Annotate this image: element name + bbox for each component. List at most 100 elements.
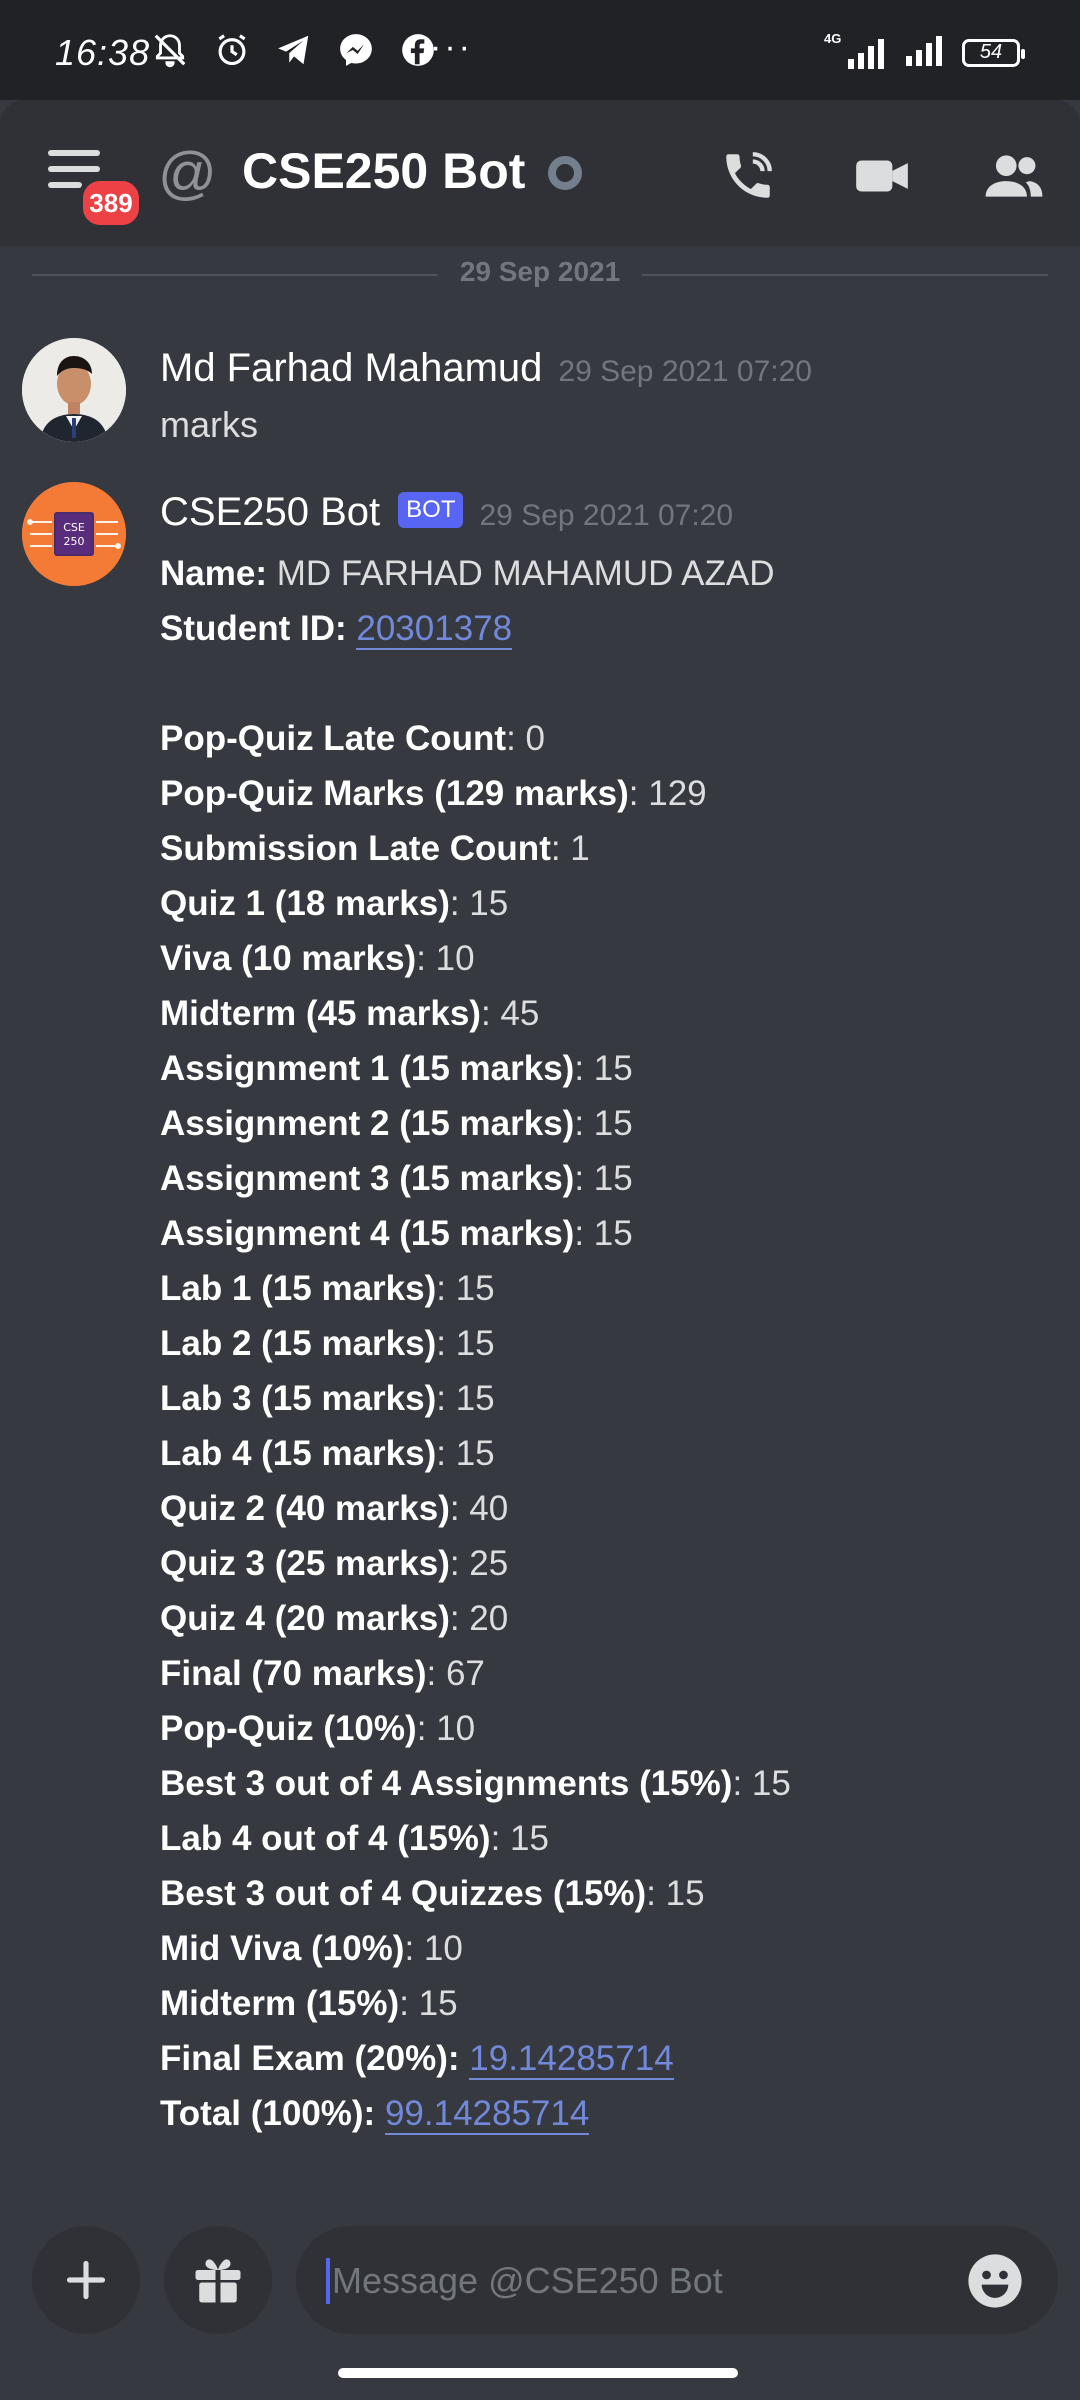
unread-badge: 389 <box>78 176 144 230</box>
result-value-link[interactable]: 99.14285714 <box>384 2094 590 2135</box>
bot-avatar-line-1: CSE <box>63 521 85 534</box>
result-line: Submission Late Count: 1 <box>160 821 791 876</box>
result-label: Lab 2 (15 marks) <box>160 1324 437 1363</box>
result-value: : 20 <box>449 1599 509 1638</box>
battery-icon: 54 <box>962 38 1025 67</box>
menu-icon <box>48 150 100 156</box>
message-list[interactable]: 29 Sep 2021 Md Farhad Mahamud 29 Sep 2021… <box>0 246 1080 2206</box>
result-label: Quiz 3 (25 marks) <box>160 1544 450 1583</box>
signal-strength-icon: 4G <box>824 31 890 69</box>
result-value: : 15 <box>436 1434 495 1473</box>
result-value: : 25 <box>449 1544 509 1583</box>
result-line: Quiz 2 (40 marks): 40 <box>160 1481 791 1536</box>
emoji-button[interactable] <box>966 2252 1024 2310</box>
person-photo-icon <box>22 338 126 442</box>
message-timestamp: 29 Sep 2021 07:20 <box>479 499 734 532</box>
result-label: Mid Viva (10%) <box>160 1929 405 1968</box>
result-line: Pop-Quiz (10%): 10 <box>160 1701 791 1756</box>
result-line: Pop-Quiz Late Count: 0 <box>160 711 791 766</box>
at-icon: @ <box>158 141 217 206</box>
result-value: : 15 <box>574 1214 633 1253</box>
mute-notification-icon <box>150 30 190 70</box>
result-line: Pop-Quiz Marks (129 marks): 129 <box>160 766 791 821</box>
result-value: : 15 <box>399 1984 458 2023</box>
result-line: Final Exam (20%): 19.14285714 <box>160 2031 791 2086</box>
result-value: : 10 <box>404 1929 463 1968</box>
result-label: Best 3 out of 4 Assignments (15%) <box>160 1764 733 1803</box>
result-line: Best 3 out of 4 Assignments (15%): 15 <box>160 1756 791 1811</box>
result-line: Best 3 out of 4 Quizzes (15%): 15 <box>160 1866 791 1921</box>
bot-message-body: Name: MD FARHAD MAHAMUD AZAD Student ID: … <box>160 546 791 2141</box>
result-value-link[interactable]: 19.14285714 <box>469 2039 674 2080</box>
member-list-button[interactable] <box>982 144 1046 208</box>
battery-level: 54 <box>979 41 1003 63</box>
result-value: : 15 <box>436 1269 495 1308</box>
result-line: Midterm (15%): 15 <box>160 1976 791 2031</box>
home-indicator[interactable] <box>338 2368 738 2378</box>
result-value: : 67 <box>426 1654 485 1693</box>
result-line: Mid Viva (10%): 10 <box>160 1921 791 1976</box>
result-value: : 15 <box>436 1379 495 1418</box>
result-line: Assignment 3 (15 marks): 15 <box>160 1151 791 1206</box>
bot-avatar-line-2: 250 <box>64 535 85 548</box>
result-label: Midterm (15%) <box>160 1984 400 2023</box>
result-value: : 10 <box>416 1709 476 1748</box>
result-value: : 45 <box>480 994 540 1033</box>
result-value: : 129 <box>628 774 707 813</box>
attach-button[interactable] <box>32 2226 140 2334</box>
status-offline-icon <box>548 156 582 190</box>
result-value: : 15 <box>732 1764 791 1803</box>
more-notifications-icon: ··· <box>430 28 473 66</box>
channel-header: 389 @ CSE250 Bot <box>0 100 1080 246</box>
result-label: Student ID: <box>160 609 347 648</box>
video-call-button[interactable] <box>850 144 914 208</box>
result-label: Lab 4 out of 4 (15%) <box>160 1819 491 1858</box>
result-value: : 10 <box>416 939 475 978</box>
voice-call-button[interactable] <box>716 144 780 208</box>
message-author[interactable]: Md Farhad Mahamud <box>160 346 542 390</box>
result-value: : 0 <box>506 719 545 758</box>
message-input[interactable]: Message @CSE250 Bot <box>296 2226 1058 2334</box>
result-label: Submission Late Count <box>160 829 551 868</box>
gift-icon <box>195 2259 241 2303</box>
network-type: 4G <box>824 30 842 46</box>
result-value: : 1 <box>550 829 590 868</box>
result-label: Lab 4 (15 marks) <box>160 1434 437 1473</box>
result-line: Lab 4 out of 4 (15%): 15 <box>160 1811 791 1866</box>
gift-button[interactable] <box>164 2226 272 2334</box>
result-label: Total (100%): <box>160 2094 376 2133</box>
bot-avatar[interactable]: CSE 250 <box>22 482 126 586</box>
result-line: Quiz 4 (20 marks): 20 <box>160 1591 791 1646</box>
result-line: Midterm (45 marks): 45 <box>160 986 791 1041</box>
result-value: MD FARHAD MAHAMUD AZAD <box>266 554 775 593</box>
result-label: Assignment 1 (15 marks) <box>160 1049 575 1088</box>
result-label: Lab 3 (15 marks) <box>160 1379 437 1418</box>
alarm-icon <box>212 30 252 70</box>
result-line: Assignment 2 (15 marks): 15 <box>160 1096 791 1151</box>
result-line: Viva (10 marks): 10 <box>160 931 791 986</box>
result-label: Best 3 out of 4 Quizzes (15%) <box>160 1874 647 1913</box>
result-value: : 15 <box>574 1049 633 1088</box>
result-label: Viva (10 marks) <box>160 939 417 978</box>
result-label: Final (70 marks) <box>160 1654 427 1693</box>
menu-button[interactable]: 389 <box>48 150 144 230</box>
video-camera-icon <box>856 160 908 192</box>
result-label: Assignment 2 (15 marks) <box>160 1104 575 1143</box>
result-label: Assignment 4 (15 marks) <box>160 1214 575 1253</box>
result-value: : 15 <box>574 1159 633 1198</box>
result-line: Lab 3 (15 marks): 15 <box>160 1371 791 1426</box>
message-timestamp: 29 Sep 2021 07:20 <box>558 355 812 388</box>
result-line: Assignment 1 (15 marks): 15 <box>160 1041 791 1096</box>
menu-icon-line <box>48 182 82 188</box>
telegram-icon <box>274 30 314 70</box>
result-value-link[interactable]: 20301378 <box>356 609 513 650</box>
result-line: Lab 2 (15 marks): 15 <box>160 1316 791 1371</box>
result-value: : 15 <box>646 1874 705 1913</box>
message-author[interactable]: CSE250 Bot <box>160 490 380 534</box>
result-line: Assignment 4 (15 marks): 15 <box>160 1206 791 1261</box>
user-avatar[interactable] <box>22 338 126 442</box>
message-author-row: CSE250 Bot BOT 29 Sep 2021 07:20 <box>160 490 733 535</box>
result-label: Final Exam (20%): <box>160 2039 460 2078</box>
members-icon <box>985 155 1043 197</box>
